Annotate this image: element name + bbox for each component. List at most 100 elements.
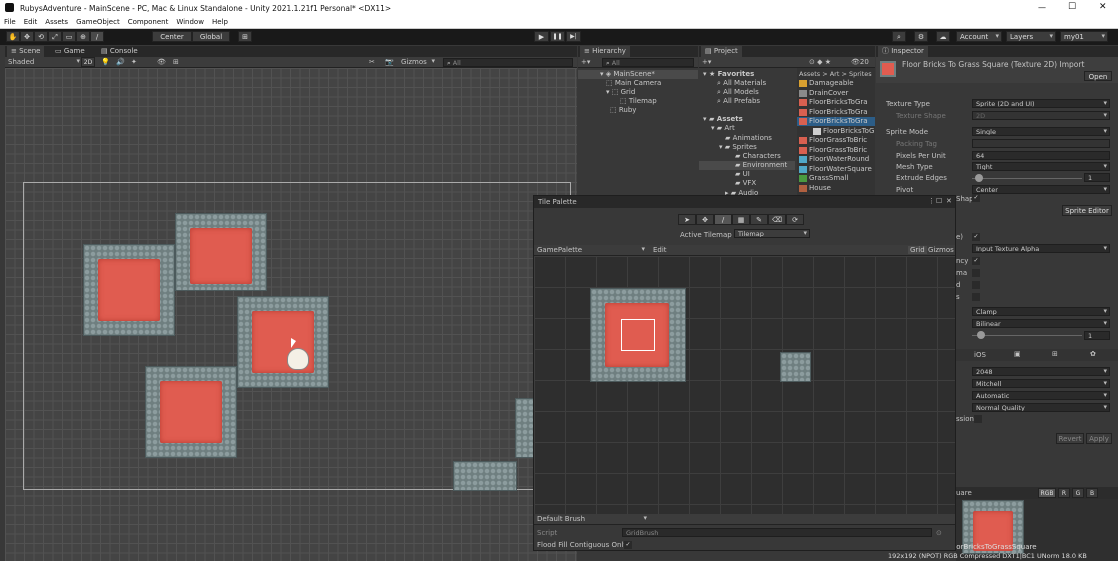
open-button[interactable]: Open [1084, 71, 1112, 81]
hidden-objects-icon[interactable]: 👁 [157, 58, 166, 66]
hierarchy-item[interactable]: ⬚ Tilemap [620, 97, 657, 105]
project-create-button[interactable]: +▾ [702, 58, 711, 66]
extrude-edges-slider[interactable] [972, 178, 1082, 179]
aniso-slider-handle[interactable] [977, 331, 985, 339]
step-button[interactable]: ▶| [566, 31, 581, 42]
sprite-editor-button[interactable]: Sprite Editor [1062, 205, 1112, 216]
flood-fill-checkbox[interactable]: ✓ [624, 541, 632, 549]
android-platform-icon[interactable]: ✿ [1090, 350, 1096, 358]
aniso-slider[interactable] [972, 335, 1082, 336]
inspector-field-value[interactable]: Tight [972, 162, 1110, 171]
grid-toggle-button[interactable]: Grid [908, 246, 927, 254]
mode-2d-toggle[interactable]: 2D [81, 57, 95, 67]
paint-brush-button[interactable]: / [714, 214, 732, 225]
menu-edit[interactable]: Edit [20, 16, 42, 26]
hand-tool-button[interactable]: ✋ [6, 31, 20, 42]
project-folder[interactable]: ▾ ▰ Art [711, 124, 735, 132]
scale-tool-button[interactable]: ⤢ [48, 31, 62, 42]
resize-algorithm-dropdown[interactable]: Mitchell [972, 379, 1110, 388]
project-file-item[interactable]: FloorWaterSquare [797, 165, 875, 174]
extrude-edges-slider-handle[interactable] [975, 174, 983, 182]
scene-viewport[interactable] [5, 68, 577, 561]
scene-search-input[interactable]: ⌕ All [443, 58, 573, 67]
project-folder[interactable]: ▾ ▰ Assets [703, 115, 743, 123]
project-folder[interactable]: ▰ UI [735, 170, 750, 178]
compression-dropdown[interactable]: Normal Quality [972, 403, 1110, 412]
tab-project[interactable]: ▤ Project [701, 46, 742, 57]
physics-shape-checkbox[interactable]: ✓ [972, 194, 980, 202]
menu-help[interactable]: Help [208, 16, 232, 26]
revert-button[interactable]: Revert [1056, 433, 1084, 444]
pc-platform-icon[interactable]: ▣ [1014, 350, 1021, 358]
rect-tool-button[interactable]: ▭ [62, 31, 76, 42]
grid-toggle-icon[interactable]: ⊞ [173, 58, 179, 66]
gizmos-toggle-button[interactable]: Gizmos [928, 246, 954, 254]
ruby-character-sprite[interactable] [287, 348, 309, 370]
inspector-field-value[interactable]: 64 [972, 151, 1110, 160]
project-file-item[interactable]: FloorBricksToGra [797, 108, 875, 117]
wrap-mode-dropdown[interactable]: Clamp [972, 307, 1110, 316]
inspector-field-value[interactable]: Single [972, 127, 1110, 136]
aniso-value[interactable]: 1 [1084, 331, 1110, 340]
inspector-field-value[interactable]: Sprite (2D and UI) [972, 99, 1110, 108]
hierarchy-item[interactable]: ▾ ◈ MainScene* [578, 70, 698, 79]
hierarchy-search-input[interactable]: ⌕ All [602, 58, 694, 67]
menu-window[interactable]: Window [172, 16, 208, 26]
move-tool-button[interactable]: ✥ [696, 214, 714, 225]
maximize-icon[interactable]: ☐ [936, 197, 942, 205]
settings-button[interactable]: ⚙ [914, 31, 928, 42]
inspector-field-value[interactable]: Center [972, 185, 1110, 194]
palette-grid-canvas[interactable] [534, 256, 955, 514]
tab-inspector[interactable]: ⓘ Inspector [878, 46, 928, 57]
search-button[interactable]: ⌕ [892, 31, 906, 42]
platform-tab-ios[interactable]: iOS [974, 351, 986, 359]
project-file-item[interactable]: FloorBricksToGra [797, 98, 875, 107]
project-folder[interactable]: ▾ ★ Favorites [703, 70, 754, 78]
checkbox[interactable] [972, 269, 980, 277]
menu-component[interactable]: Component [124, 16, 173, 26]
effects-icon[interactable]: ✦ [131, 58, 137, 66]
maximize-button[interactable]: ☐ [1068, 2, 1076, 12]
minimize-button[interactable]: — [1038, 3, 1046, 12]
channel-rgb-button[interactable]: RGB [1038, 488, 1056, 498]
checkbox[interactable] [972, 281, 980, 289]
fill-button[interactable]: ⟳ [786, 214, 804, 225]
tools-icon[interactable]: ✂ [369, 58, 375, 66]
more-options-icon[interactable]: ⋮ [928, 197, 935, 205]
box-fill-button[interactable]: ▦ [732, 214, 750, 225]
tab-console[interactable]: ▤ Console [97, 46, 142, 57]
project-file-item[interactable]: FloorBricksToG [811, 127, 875, 136]
alpha-transparency-checkbox[interactable]: ✓ [972, 257, 980, 265]
edit-palette-button[interactable]: Edit [653, 246, 667, 254]
project-folder[interactable]: ▰ Characters [735, 152, 781, 160]
project-folder[interactable]: ⌕ All Models [717, 88, 759, 97]
project-file-item[interactable]: Damageable [797, 79, 875, 88]
filter-mode-dropdown[interactable]: Bilinear [972, 319, 1110, 328]
pivot-center-button[interactable]: Center [152, 31, 192, 42]
menu-assets[interactable]: Assets [41, 16, 72, 26]
project-filter-icon[interactable]: ⊙ ◆ ★ [809, 58, 831, 66]
menu-file[interactable]: File [0, 16, 20, 26]
close-icon[interactable]: ✕ [946, 197, 952, 205]
layers-dropdown[interactable]: Layers [1006, 31, 1056, 42]
project-folder[interactable]: ▾ ▰ Sprites [719, 143, 757, 151]
eraser-button[interactable]: ⌫ [768, 214, 786, 225]
close-button[interactable]: ✕ [1099, 2, 1107, 12]
project-file-item[interactable]: House [797, 184, 875, 193]
palette-tile-stone[interactable] [780, 352, 811, 382]
tab-hierarchy[interactable]: ≡ Hierarchy [580, 46, 630, 57]
cloud-button[interactable]: ☁ [936, 31, 950, 42]
create-button[interactable]: +▾ [581, 58, 590, 66]
camera-icon[interactable]: 📷 [385, 58, 394, 66]
crunch-compression-checkbox[interactable] [974, 415, 982, 423]
srgb-checkbox[interactable]: ✓ [972, 233, 980, 241]
layout-dropdown[interactable]: my01 [1060, 31, 1108, 42]
project-folder[interactable]: ⌕ All Materials [717, 79, 766, 88]
picker-button[interactable]: ✎ [750, 214, 768, 225]
tab-scene[interactable]: ≡ Scene [7, 46, 45, 57]
hierarchy-item[interactable]: ▾ ⬚ Grid [606, 88, 635, 96]
shading-mode-dropdown[interactable]: Shaded [8, 57, 82, 66]
brush-dropdown[interactable]: Default Brush [537, 514, 649, 523]
active-tilemap-dropdown[interactable]: Tilemap [734, 229, 810, 238]
audio-icon[interactable]: 🔊 [116, 58, 125, 66]
